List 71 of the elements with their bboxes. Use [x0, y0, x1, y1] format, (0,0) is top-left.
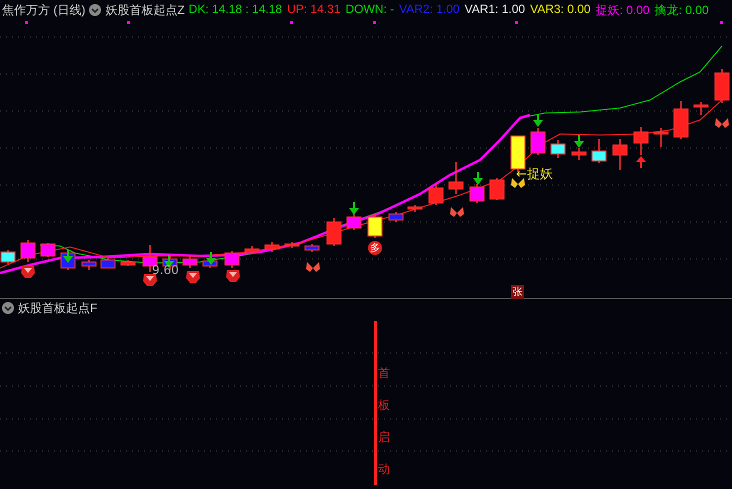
candlestick	[592, 139, 606, 163]
candlestick	[0, 250, 16, 264]
candlestick	[428, 184, 444, 205]
signal-label: ←捉妖	[516, 166, 553, 183]
marker-icon	[720, 21, 723, 24]
candlestick	[448, 162, 464, 194]
candlestick	[326, 218, 342, 246]
candlestick	[634, 127, 648, 155]
marker-icon	[127, 21, 130, 24]
candlestick	[82, 260, 96, 270]
indicator-value: 捉妖: 0.00	[596, 2, 650, 18]
dropdown-icon[interactable]	[2, 302, 14, 314]
marker-icon	[25, 21, 28, 24]
indicator-value: VAR3: 0.00	[530, 2, 591, 18]
gem-icon	[143, 274, 157, 286]
dropdown-icon[interactable]	[89, 4, 102, 16]
candlestick	[408, 205, 422, 212]
marker-icon	[373, 21, 376, 24]
down-arrow-icon	[574, 135, 584, 148]
candlestick	[510, 136, 526, 172]
candlestick	[612, 139, 628, 170]
candlestick	[368, 214, 382, 238]
candlestick	[388, 212, 404, 222]
price-label: 9.60	[152, 263, 179, 277]
candlestick	[100, 258, 116, 268]
indicator-name: 妖股首板起点Z	[105, 2, 185, 18]
candlestick	[304, 244, 320, 252]
signal-text: 首板启动	[378, 365, 390, 478]
butterfly-icon	[306, 262, 320, 272]
candlestick	[264, 242, 280, 252]
candlestick	[244, 246, 260, 254]
candlestick	[182, 255, 198, 268]
candlestick	[120, 260, 136, 266]
candlestick	[490, 178, 504, 200]
candlestick	[530, 128, 546, 155]
candlestick	[654, 128, 668, 147]
butterfly-icon	[511, 178, 525, 188]
down-arrow-icon	[533, 114, 543, 127]
candlestick	[284, 242, 300, 248]
candlestick	[40, 243, 56, 257]
candlestick	[470, 184, 484, 203]
candlestick	[224, 251, 240, 268]
down-arrow-icon	[473, 172, 483, 185]
indicator-value: 擒龙: 0.00	[654, 2, 709, 18]
candlestick	[20, 240, 36, 262]
indicator-value: VAR2: 1.00	[399, 2, 460, 18]
candlestick	[550, 140, 566, 158]
indicator-value: DOWN: -	[345, 2, 394, 18]
gem-icon	[186, 271, 200, 283]
candlestick	[346, 214, 362, 230]
indicator-value: VAR1: 1.00	[464, 2, 526, 18]
indicator-name: 妖股首板起点F	[18, 300, 98, 316]
indicator-value: DK: 14.18 : 14.18	[188, 2, 282, 18]
down-arrow-icon	[206, 252, 216, 265]
marker-icon	[515, 21, 518, 24]
signal-badge: 多	[368, 241, 382, 255]
down-arrow-icon	[63, 250, 73, 263]
candlestick	[694, 102, 708, 115]
candlestick	[674, 101, 688, 139]
candlestick	[714, 69, 730, 103]
butterfly-icon	[715, 118, 729, 128]
gem-icon	[21, 266, 35, 278]
indicator-value: UP: 14.31	[287, 2, 340, 18]
marker-icon	[290, 21, 293, 24]
down-arrow-icon	[349, 202, 359, 215]
butterfly-icon	[450, 207, 464, 217]
gem-icon	[226, 270, 240, 282]
stock-title: 焦作万方 (日线)	[2, 2, 86, 18]
candlestick	[572, 148, 586, 160]
up-arrow-icon	[636, 156, 646, 168]
signal-badge: 张	[511, 285, 524, 299]
